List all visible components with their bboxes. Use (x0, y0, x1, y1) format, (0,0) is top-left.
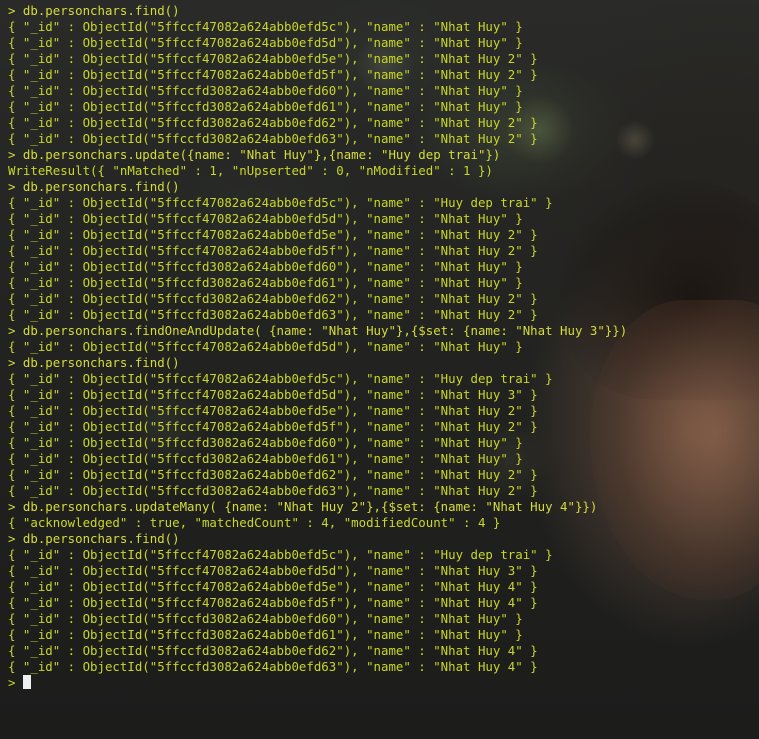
output-line: { "_id" : ObjectId("5ffccfd3082a624abb0e… (8, 259, 523, 274)
terminal-window[interactable]: > db.personchars.find(){ "_id" : ObjectI… (0, 0, 759, 739)
output-line: { "_id" : ObjectId("5ffccfd3082a624abb0e… (8, 659, 538, 674)
output-line: { "_id" : ObjectId("5ffccfd3082a624abb0e… (8, 99, 523, 114)
output-line: { "_id" : ObjectId("5ffccf47082a624abb0e… (8, 19, 523, 34)
output-line: { "_id" : ObjectId("5ffccf47082a624abb0e… (8, 227, 538, 242)
command-line: > db.personchars.find() (8, 531, 180, 546)
output-line: { "_id" : ObjectId("5ffccf47082a624abb0e… (8, 547, 553, 562)
output-line: { "_id" : ObjectId("5ffccf47082a624abb0e… (8, 67, 538, 82)
output-line: { "_id" : ObjectId("5ffccfd3082a624abb0e… (8, 643, 538, 658)
output-line: { "_id" : ObjectId("5ffccfd3082a624abb0e… (8, 467, 538, 482)
prompt-line[interactable]: > (8, 675, 627, 691)
terminal-output: > db.personchars.find(){ "_id" : ObjectI… (8, 3, 627, 691)
output-line: { "_id" : ObjectId("5ffccfd3082a624abb0e… (8, 451, 523, 466)
output-line: { "_id" : ObjectId("5ffccfd3082a624abb0e… (8, 275, 523, 290)
output-line: { "_id" : ObjectId("5ffccfd3082a624abb0e… (8, 483, 538, 498)
output-line: { "_id" : ObjectId("5ffccfd3082a624abb0e… (8, 627, 523, 642)
output-line: { "_id" : ObjectId("5ffccf47082a624abb0e… (8, 35, 523, 50)
output-line: { "_id" : ObjectId("5ffccf47082a624abb0e… (8, 419, 538, 434)
command-line: > db.personchars.find() (8, 355, 180, 370)
output-line: { "_id" : ObjectId("5ffccfd3082a624abb0e… (8, 611, 523, 626)
prompt-symbol: > (8, 675, 16, 690)
command-line: > db.personchars.find() (8, 179, 180, 194)
output-line: { "_id" : ObjectId("5ffccf47082a624abb0e… (8, 195, 553, 210)
text-cursor[interactable] (22, 675, 31, 689)
command-line: > db.personchars.find() (8, 3, 180, 18)
output-line: { "_id" : ObjectId("5ffccf47082a624abb0e… (8, 243, 538, 258)
output-line: { "_id" : ObjectId("5ffccf47082a624abb0e… (8, 339, 523, 354)
output-line: { "_id" : ObjectId("5ffccf47082a624abb0e… (8, 563, 538, 578)
output-line: { "_id" : ObjectId("5ffccfd3082a624abb0e… (8, 291, 538, 306)
command-line: > db.personchars.findOneAndUpdate( {name… (8, 323, 628, 338)
output-line: { "_id" : ObjectId("5ffccf47082a624abb0e… (8, 211, 523, 226)
output-line: { "_id" : ObjectId("5ffccf47082a624abb0e… (8, 579, 538, 594)
output-line: { "_id" : ObjectId("5ffccf47082a624abb0e… (8, 51, 538, 66)
command-line: > db.personchars.updateMany( {name: "Nha… (8, 499, 598, 514)
output-line: { "acknowledged" : true, "matchedCount" … (8, 515, 501, 530)
command-line: > db.personchars.update({name: "Nhat Huy… (8, 147, 501, 162)
output-line: { "_id" : ObjectId("5ffccf47082a624abb0e… (8, 371, 553, 386)
output-line: WriteResult({ "nMatched" : 1, "nUpserted… (8, 163, 493, 178)
output-line: { "_id" : ObjectId("5ffccf47082a624abb0e… (8, 595, 538, 610)
output-line: { "_id" : ObjectId("5ffccfd3082a624abb0e… (8, 307, 538, 322)
output-line: { "_id" : ObjectId("5ffccfd3082a624abb0e… (8, 83, 523, 98)
output-line: { "_id" : ObjectId("5ffccf47082a624abb0e… (8, 403, 538, 418)
output-line: { "_id" : ObjectId("5ffccfd3082a624abb0e… (8, 115, 538, 130)
output-line: { "_id" : ObjectId("5ffccfd3082a624abb0e… (8, 435, 523, 450)
output-line: { "_id" : ObjectId("5ffccfd3082a624abb0e… (8, 131, 538, 146)
output-line: { "_id" : ObjectId("5ffccf47082a624abb0e… (8, 387, 538, 402)
